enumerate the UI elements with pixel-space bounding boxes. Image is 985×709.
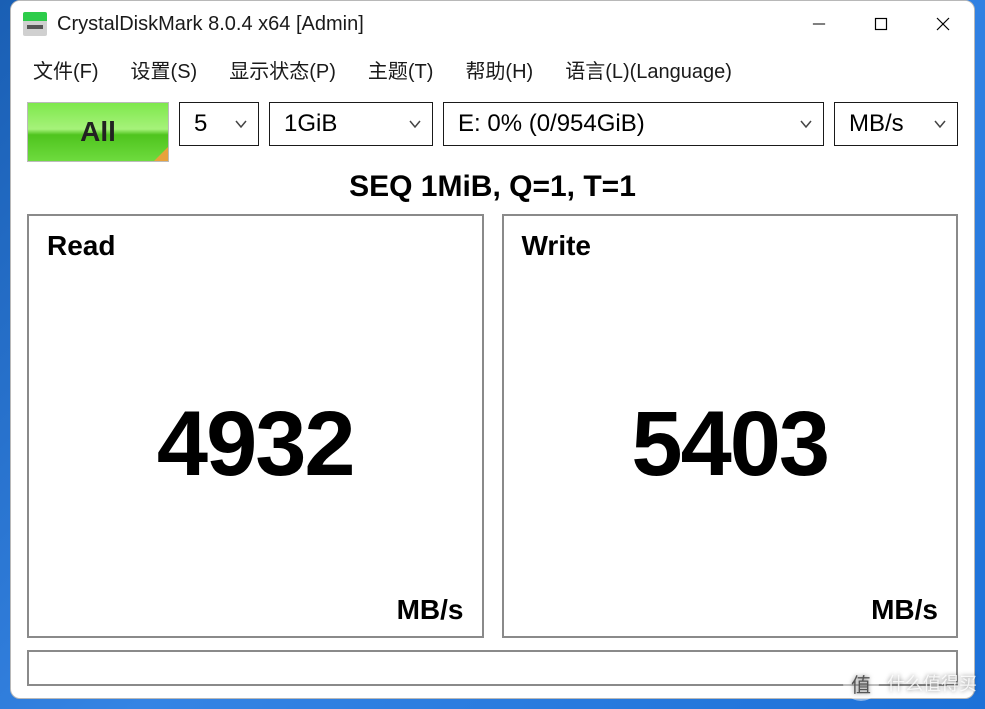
write-panel: Write 5403 MB/s <box>502 214 959 638</box>
minimize-button[interactable] <box>788 1 850 47</box>
read-unit: MB/s <box>397 594 464 626</box>
close-button[interactable] <box>912 1 974 47</box>
unit-select[interactable]: MB/s <box>834 102 958 146</box>
menubar: 文件(F) 设置(S) 显示状态(P) 主题(T) 帮助(H) 语言(L)(La… <box>11 47 974 96</box>
toolbar-row: All 5 1GiB E: 0% (0/954GiB) MB/s <box>27 102 958 162</box>
close-icon <box>936 17 950 31</box>
chevron-down-icon <box>408 117 422 131</box>
menu-settings[interactable]: 设置(S) <box>115 51 214 88</box>
menu-theme[interactable]: 主题(T) <box>352 51 450 88</box>
result-panels: Read 4932 MB/s Write 5403 MB/s <box>27 214 958 638</box>
watermark-text: 什么值得买 <box>887 670 977 696</box>
menu-display[interactable]: 显示状态(P) <box>213 51 352 88</box>
read-value: 4932 <box>47 262 464 626</box>
status-bar <box>27 650 958 686</box>
chevron-down-icon <box>933 117 947 131</box>
run-all-button[interactable]: All <box>27 102 169 162</box>
read-panel: Read 4932 MB/s <box>27 214 484 638</box>
content-area: All 5 1GiB E: 0% (0/954GiB) MB/s <box>11 96 974 698</box>
test-count-value: 5 <box>194 110 207 138</box>
toolbar-selects: 5 1GiB E: 0% (0/954GiB) MB/s <box>179 102 958 162</box>
minimize-icon <box>811 17 827 31</box>
watermark-logo: 值 <box>843 665 879 701</box>
unit-value: MB/s <box>849 110 904 138</box>
test-mode-label: SEQ 1MiB, Q=1, T=1 <box>27 170 958 204</box>
test-size-value: 1GiB <box>284 110 337 138</box>
chevron-down-icon <box>799 117 813 131</box>
app-window: CrystalDiskMark 8.0.4 x64 [Admin] 文件(F) … <box>10 0 975 699</box>
write-title: Write <box>522 230 939 262</box>
drive-select[interactable]: E: 0% (0/954GiB) <box>443 102 824 146</box>
test-count-select[interactable]: 5 <box>179 102 259 146</box>
menu-language[interactable]: 语言(L)(Language) <box>549 51 748 88</box>
watermark: 值 什么值得买 <box>843 665 977 701</box>
write-value: 5403 <box>522 262 939 626</box>
titlebar[interactable]: CrystalDiskMark 8.0.4 x64 [Admin] <box>11 1 974 47</box>
write-unit: MB/s <box>871 594 938 626</box>
maximize-icon <box>874 17 888 31</box>
read-title: Read <box>47 230 464 262</box>
menu-help[interactable]: 帮助(H) <box>449 51 549 88</box>
window-controls <box>788 1 974 47</box>
app-icon <box>23 12 47 36</box>
window-title: CrystalDiskMark 8.0.4 x64 [Admin] <box>57 13 788 36</box>
chevron-down-icon <box>234 117 248 131</box>
test-size-select[interactable]: 1GiB <box>269 102 433 146</box>
drive-value: E: 0% (0/954GiB) <box>458 110 645 138</box>
menu-file[interactable]: 文件(F) <box>17 51 115 88</box>
maximize-button[interactable] <box>850 1 912 47</box>
run-all-label: All <box>80 116 116 148</box>
